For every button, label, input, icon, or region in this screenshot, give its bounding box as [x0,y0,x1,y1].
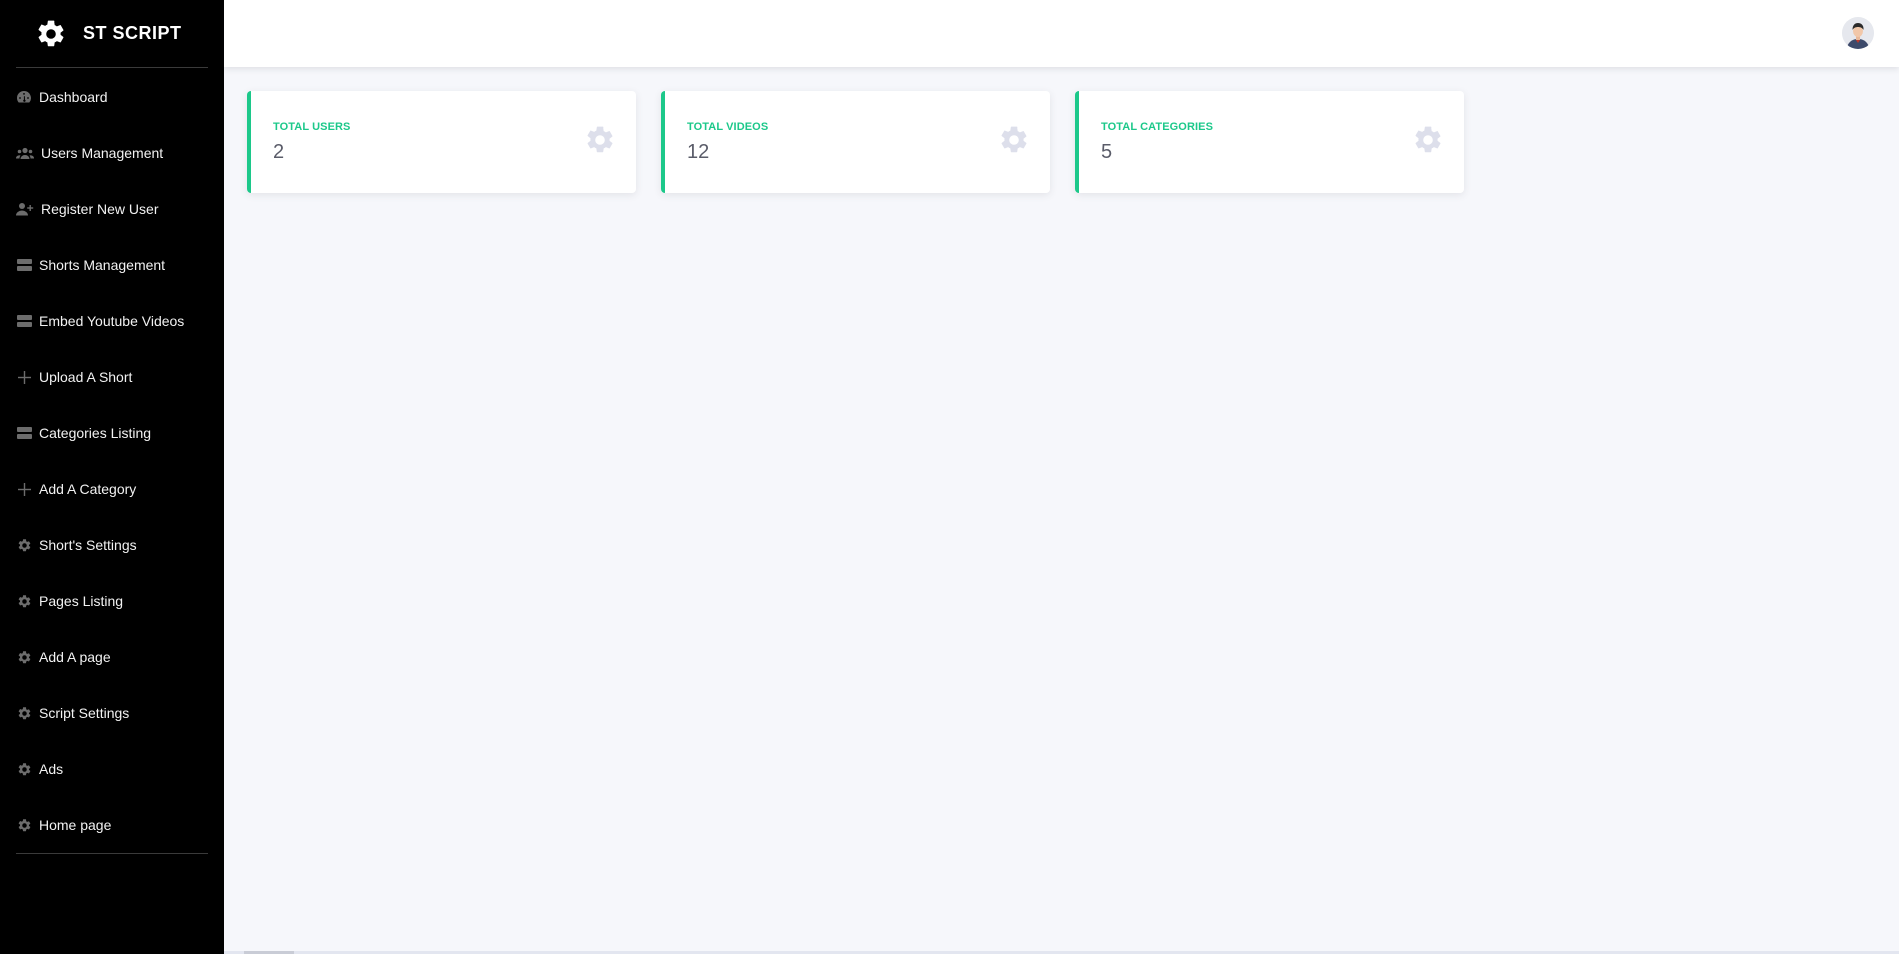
brand-title: ST SCRIPT [83,23,182,43]
sidebar-item-label: Home page [39,817,112,833]
sidebar-item-label: Dashboard [39,89,108,105]
brand[interactable]: ST SCRIPT [0,0,224,67]
card-label: TOTAL USERS [273,121,351,133]
card-value: 2 [273,141,285,163]
sidebar-item-label: Pages Listing [39,593,124,609]
sidebar-item-label: Script Settings [39,705,130,721]
card-value: 5 [1101,141,1113,163]
card-total-users[interactable]: TOTAL USERS 2 [247,91,636,193]
topbar [224,0,1899,67]
card-value: 12 [687,141,710,163]
sidebar-item-add-a-category[interactable]: Add A Category [0,461,224,517]
card-label: TOTAL VIDEOS [687,121,769,133]
sidebar-item-label: Add A page [39,649,111,665]
list-icon [16,257,32,273]
sidebar-item-upload-a-short[interactable]: Upload A Short [0,349,224,405]
sidebar: ST SCRIPT Dashboard Users Management Reg… [0,0,224,954]
sidebar-item-label: Users Management [41,145,164,161]
dashboard-icon [16,89,32,105]
card-total-categories[interactable]: TOTAL CATEGORIES 5 [1075,91,1464,193]
sidebar-item-label: Short's Settings [39,537,137,553]
gear-icon [16,705,32,721]
sidebar-item-register-new-user[interactable]: Register New User [0,181,224,237]
gear-icon [16,649,32,665]
user-avatar[interactable] [1842,17,1874,49]
gear-icon [16,761,32,777]
sidebar-item-ads[interactable]: Ads [0,741,224,797]
list-icon [16,313,32,329]
list-icon [16,425,32,441]
sidebar-item-users-management[interactable]: Users Management [0,125,224,181]
sidebar-divider-bottom [16,853,208,854]
gear-icon [998,124,1030,156]
gear-icon [35,18,67,50]
sidebar-item-categories-listing[interactable]: Categories Listing [0,405,224,461]
sidebar-item-label: Embed Youtube Videos [39,313,185,329]
user-plus-icon [16,201,34,217]
sidebar-item-shorts-management[interactable]: Shorts Management [0,237,224,293]
sidebar-item-label: Shorts Management [39,257,166,273]
plus-icon [16,481,32,497]
users-icon [16,145,34,161]
sidebar-item-label: Upload A Short [39,369,133,385]
sidebar-item-label: Categories Listing [39,425,152,441]
sidebar-item-pages-listing[interactable]: Pages Listing [0,573,224,629]
sidebar-nav: Dashboard Users Management Register New … [0,68,224,853]
sidebar-item-script-settings[interactable]: Script Settings [0,685,224,741]
sidebar-item-shorts-settings[interactable]: Short's Settings [0,517,224,573]
sidebar-item-label: Add A Category [39,481,137,497]
sidebar-item-label: Register New User [41,201,159,217]
gear-icon [16,537,32,553]
sidebar-item-add-a-page[interactable]: Add A page [0,629,224,685]
card-label: TOTAL CATEGORIES [1101,121,1214,133]
stats-cards: TOTAL USERS 2 TOTAL VIDEOS 12 TOTAL CATE… [247,91,1464,193]
gear-icon [584,124,616,156]
gear-icon [1412,124,1444,156]
sidebar-item-home-page[interactable]: Home page [0,797,224,853]
sidebar-item-embed-youtube-videos[interactable]: Embed Youtube Videos [0,293,224,349]
sidebar-item-label: Ads [39,761,64,777]
gear-icon [16,817,32,833]
gear-icon [16,593,32,609]
plus-icon [16,369,32,385]
sidebar-item-dashboard[interactable]: Dashboard [0,69,224,125]
card-total-videos[interactable]: TOTAL VIDEOS 12 [661,91,1050,193]
